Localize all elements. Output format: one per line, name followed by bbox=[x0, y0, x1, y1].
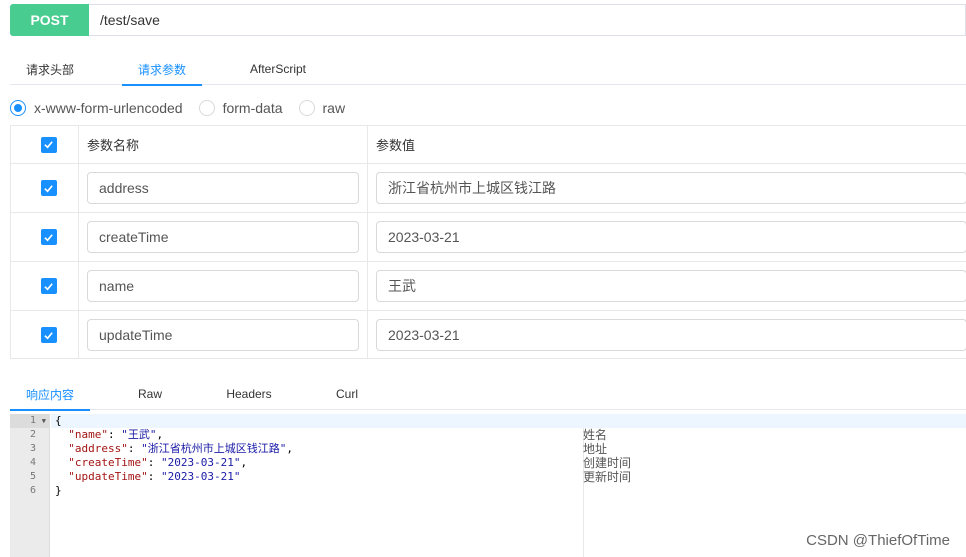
checkmark-icon bbox=[44, 184, 53, 192]
method-badge[interactable]: POST bbox=[10, 4, 89, 36]
line-number: 3 bbox=[29, 443, 36, 454]
code-line: "address": "浙江省杭州市上城区钱江路", bbox=[68, 442, 293, 455]
checkmark-icon bbox=[44, 282, 53, 290]
param-value-input[interactable]: 2023-03-21 bbox=[376, 221, 966, 253]
radio-form-data-label: form-data bbox=[222, 100, 283, 116]
body-type-radios: x-www-form-urlencoded form-data raw bbox=[10, 98, 361, 118]
code-line: "name": "王武", bbox=[68, 428, 164, 441]
tab-request-headers[interactable]: 请求头部 bbox=[10, 53, 90, 85]
checkmark-icon bbox=[44, 331, 53, 339]
params-table: 参数名称 参数值 address 浙江省杭州市上城区钱江路 createTime… bbox=[10, 125, 966, 359]
row-name-cell: name bbox=[79, 262, 368, 310]
param-name-input[interactable]: createTime bbox=[87, 221, 359, 253]
line-number: 4 bbox=[29, 457, 36, 468]
checkmark-icon bbox=[44, 141, 53, 149]
line-gutter: 1 ▼ 2 3 4 5 6 bbox=[10, 414, 50, 557]
line-number: 6 bbox=[29, 485, 36, 496]
url-input[interactable]: /test/save bbox=[89, 4, 966, 36]
row-checkbox[interactable] bbox=[40, 180, 57, 196]
row-name-cell: createTime bbox=[79, 213, 368, 261]
code-line: { bbox=[51, 414, 966, 428]
param-name-input[interactable]: address bbox=[87, 172, 359, 204]
row-name-cell: address bbox=[79, 164, 368, 212]
row-value-cell: 2023-03-21 bbox=[368, 213, 966, 261]
row-value-cell: 2023-03-21 bbox=[368, 311, 966, 359]
param-value-input[interactable]: 王武 bbox=[376, 270, 966, 302]
code-line: } bbox=[55, 484, 62, 497]
tab-request-params[interactable]: 请求参数 bbox=[122, 53, 202, 86]
table-row: updateTime 2023-03-21 bbox=[11, 311, 966, 359]
field-comment: 更新时间 bbox=[583, 470, 632, 484]
tab-after-script[interactable]: AfterScript bbox=[235, 53, 321, 85]
param-value-input[interactable]: 2023-03-21 bbox=[376, 319, 966, 351]
field-comment: 地址 bbox=[583, 442, 608, 456]
code-line: "createTime": "2023-03-21", bbox=[68, 456, 248, 469]
select-all-checkbox[interactable] bbox=[40, 136, 57, 153]
field-comment: 姓名 bbox=[583, 428, 608, 442]
radio-unchecked-icon[interactable] bbox=[198, 100, 215, 116]
row-value-cell: 浙江省杭州市上城区钱江路 bbox=[368, 164, 966, 212]
radio-form-data[interactable]: form-data bbox=[198, 100, 283, 116]
select-all-cell bbox=[19, 126, 79, 163]
line-number: 1 ▼ bbox=[10, 414, 49, 428]
table-header-row: 参数名称 参数值 bbox=[11, 126, 966, 164]
header-param-value: 参数值 bbox=[376, 138, 416, 153]
field-comments: 姓名 地址 创建时间 更新时间 bbox=[583, 428, 631, 484]
table-row: name 王武 bbox=[11, 262, 966, 311]
row-checkbox[interactable] bbox=[40, 229, 57, 245]
fold-arrow-icon[interactable]: ▼ bbox=[42, 414, 46, 428]
param-name-input[interactable]: name bbox=[87, 270, 359, 302]
response-tabs: 响应内容 Raw Headers Curl bbox=[10, 378, 966, 411]
row-check-cell bbox=[19, 262, 79, 310]
row-checkbox[interactable] bbox=[40, 278, 57, 294]
table-row: createTime 2023-03-21 bbox=[11, 213, 966, 262]
watermark: CSDN @ThiefOfTime bbox=[806, 532, 950, 549]
tab-response-content[interactable]: 响应内容 bbox=[10, 378, 90, 411]
table-row: address 浙江省杭州市上城区钱江路 bbox=[11, 164, 966, 213]
radio-checked-icon[interactable] bbox=[10, 100, 26, 116]
row-name-cell: updateTime bbox=[79, 311, 368, 359]
code-line: "updateTime": "2023-03-21" bbox=[68, 470, 241, 483]
checkmark-icon bbox=[44, 233, 53, 241]
field-comment: 创建时间 bbox=[583, 456, 632, 470]
row-check-cell bbox=[19, 311, 79, 359]
radio-unchecked-icon[interactable] bbox=[298, 100, 315, 116]
radio-raw[interactable]: raw bbox=[298, 100, 346, 116]
row-checkbox[interactable] bbox=[40, 327, 57, 343]
line-number: 5 bbox=[29, 471, 36, 482]
request-tabs: 请求头部 请求参数 AfterScript bbox=[10, 53, 966, 86]
tab-raw[interactable]: Raw bbox=[120, 378, 180, 410]
tab-headers[interactable]: Headers bbox=[214, 378, 284, 410]
param-name-input[interactable]: updateTime bbox=[87, 319, 359, 351]
code-content[interactable]: { "name": "王武", "address": "浙江省杭州市上城区钱江路… bbox=[51, 414, 966, 498]
url-bar: POST /test/save bbox=[10, 4, 966, 36]
param-value-input[interactable]: 浙江省杭州市上城区钱江路 bbox=[376, 172, 966, 204]
header-param-name: 参数名称 bbox=[79, 126, 368, 163]
radio-raw-label: raw bbox=[322, 100, 346, 116]
line-number: 2 bbox=[29, 429, 36, 440]
row-check-cell bbox=[19, 213, 79, 261]
radio-urlencoded[interactable]: x-www-form-urlencoded bbox=[10, 100, 183, 116]
radio-urlencoded-label: x-www-form-urlencoded bbox=[34, 100, 183, 116]
tab-curl[interactable]: Curl bbox=[324, 378, 370, 410]
row-check-cell bbox=[19, 164, 79, 212]
row-value-cell: 王武 bbox=[368, 262, 966, 310]
